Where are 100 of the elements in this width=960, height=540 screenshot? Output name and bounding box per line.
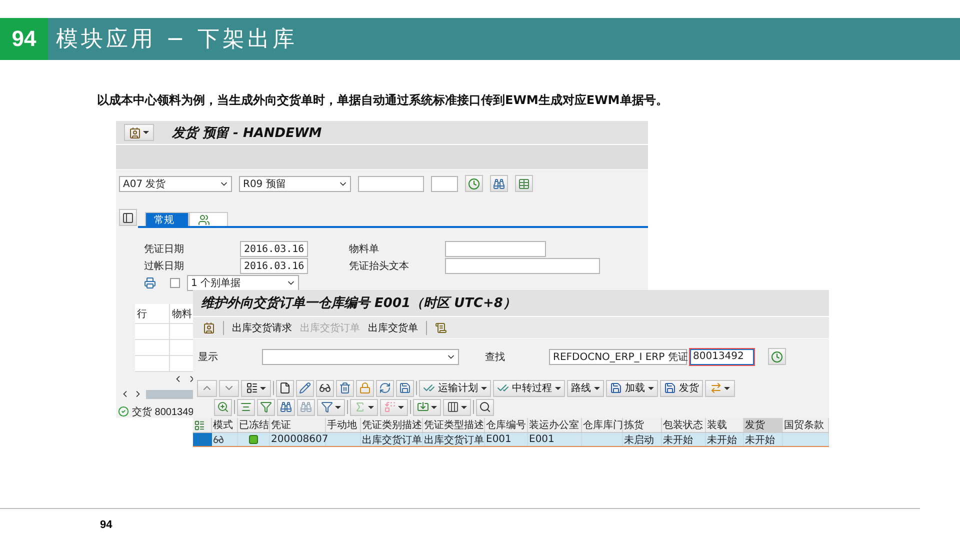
action-button[interactable]: 加载 [606,380,658,396]
column-header[interactable]: 装运办公室 [528,418,582,432]
column-header[interactable]: 仓库编号 [485,418,528,432]
column-header[interactable]: 包装状态 [662,418,706,432]
filter-icon [321,401,333,413]
save-button[interactable] [396,380,414,396]
save-icon [610,382,622,394]
table-cell: E001 [529,434,554,445]
table-cell-text: 出库交货订单 [424,434,484,446]
action-button[interactable]: 中转过程 [493,380,565,396]
slide-subtitle: 以成本中心领料为例，当生成外向交货单时，单据自动通过系统标准接口传到EWM生成对应EWM单据号。 [97,92,669,109]
refresh-button[interactable] [376,380,394,396]
action-button[interactable]: 路线 [567,380,604,396]
settings-header[interactable] [193,418,212,432]
menu-button[interactable] [124,124,154,141]
document-icon [279,382,291,394]
column-header[interactable]: 模式 [212,418,238,432]
field-label: 凭证日期 [144,242,185,256]
filter-button[interactable] [317,398,345,416]
panel-button[interactable] [119,209,137,226]
person-card-icon [129,126,141,138]
table-cell-text: 未启动 [624,434,654,446]
transfer-button[interactable] [705,380,735,396]
table-button[interactable] [515,175,533,192]
search-input[interactable]: 80013492 [690,348,754,364]
menu-item[interactable]: 出库交货请求 [232,320,292,334]
item-field[interactable] [431,176,458,192]
layout-button[interactable] [241,380,271,396]
date-field[interactable]: 2016.03.16 [240,241,308,257]
column-header[interactable]: 发货 [744,418,783,432]
lock-button[interactable] [356,380,374,396]
new-button[interactable] [276,380,294,396]
columns-button[interactable] [443,398,471,416]
scrollbar[interactable] [146,390,196,398]
action-button[interactable]: 运输计划 [419,380,491,396]
table-cell-text: 未开始 [745,434,775,446]
trash-icon [339,382,351,394]
align-button[interactable] [237,398,255,416]
print-option-select[interactable]: 1 个别单据 [187,275,299,291]
export-button[interactable] [413,398,441,416]
table-row[interactable]: 200008607 出库交货订单 出库交货订单 E001 E001 未启动 未开始 未开始 未开始 [193,433,829,447]
person-card-icon [203,322,215,334]
transaction-select[interactable]: A07 发货 [119,176,232,192]
text-field[interactable] [445,241,546,257]
column-header[interactable]: 凭证类型描述 [423,418,485,432]
check-icon [497,382,509,394]
detail-button[interactable] [476,398,494,416]
edit-button[interactable] [296,380,314,396]
binoculars-icon [300,401,312,413]
window-title: 发货 预留 - HANDEWM [172,124,322,142]
columns-icon [447,401,459,413]
execute-button[interactable] [768,348,786,365]
zoom-button[interactable] [214,398,232,416]
document-field[interactable] [358,176,424,192]
scroll-icon [435,322,447,334]
delete-button[interactable] [336,380,354,396]
display-select[interactable] [262,348,459,364]
column-header[interactable]: 拣货 [623,418,662,432]
column-header[interactable]: 已冻结 [238,418,270,432]
column-header[interactable]: 手动地 [326,418,361,432]
panel-icon [122,212,134,224]
subtotal-button[interactable] [380,398,408,416]
action-button[interactable]: 发货 [660,380,703,396]
date-field[interactable]: 2016.03.16 [240,258,308,274]
execute-button[interactable] [465,175,483,192]
column-header[interactable]: 凭证类别描述 [361,418,423,432]
field-label: 过帐日期 [144,260,185,273]
table-cell-text: 出库交货订单 [362,434,422,446]
export-icon [417,401,429,413]
status-message: 交货 8001349 [132,406,194,418]
column-header[interactable]: 仓库库门 [582,418,623,432]
pencil-icon [299,382,311,394]
check-icon [423,382,435,394]
sum-button[interactable] [350,398,378,416]
menu-item[interactable]: 出库交货单 [368,320,418,334]
sort-button[interactable] [257,398,275,416]
table-cell-text: 未开始 [663,434,693,446]
display-button[interactable] [316,380,334,396]
column-header: 行 [135,304,170,323]
move-down-button[interactable] [219,380,239,396]
binoculars-icon [493,178,505,190]
glasses-icon [213,434,224,445]
slide-number: 94 [0,18,48,60]
tab[interactable]: 常规 [145,212,189,226]
find-field-select[interactable]: REFDOCNO_ERP_I ERP 凭证 [549,348,687,364]
save-icon [399,382,411,394]
column-header[interactable]: 凭证 [270,418,326,432]
tab[interactable] [189,212,228,226]
find-button[interactable] [490,175,508,192]
checkbox[interactable] [170,278,180,288]
reference-select[interactable]: R09 预留 [239,176,351,192]
sigma-icon [354,401,366,413]
search-icon [479,401,491,413]
refresh-icon [379,382,391,394]
table-cell-text: 未开始 [707,434,737,446]
list-icon [194,420,205,430]
column-header[interactable]: 国贸条款 [783,418,829,432]
find-button[interactable] [277,398,295,416]
lock-icon [359,382,371,394]
text-field[interactable] [445,258,600,274]
